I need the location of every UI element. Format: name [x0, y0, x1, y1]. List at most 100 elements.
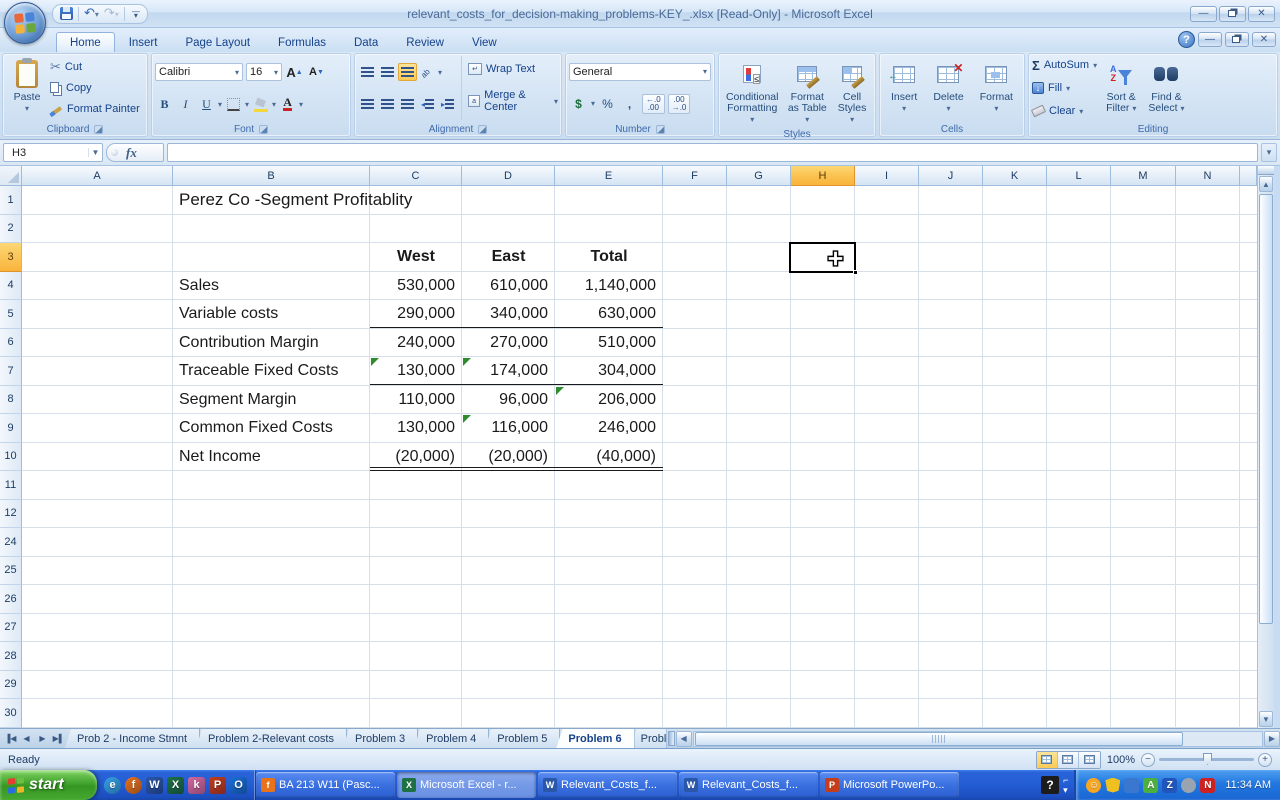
grid[interactable]: 12345678910111224252627282930Perez Co -S…	[0, 186, 1257, 728]
row-header-26[interactable]: 26	[0, 585, 22, 614]
cell-B6[interactable]: Contribution Margin	[179, 329, 319, 358]
column-header-J[interactable]: J	[919, 166, 983, 186]
zoom-out-icon[interactable]: −	[1141, 753, 1155, 767]
insert-cells-button[interactable]: ← Insert▾	[888, 56, 920, 120]
vertical-scrollbar[interactable]: ▲ ▼	[1257, 166, 1274, 728]
cell-D7[interactable]: 174,000	[462, 357, 555, 386]
sheet-tab-problem-4[interactable]: Problem 4	[414, 729, 489, 748]
row-header-25[interactable]: 25	[0, 557, 22, 586]
volume-icon[interactable]	[1181, 778, 1196, 793]
cell-B8[interactable]: Segment Margin	[179, 386, 296, 415]
taskbar-button-excel[interactable]: XMicrosoft Excel - r...	[397, 772, 536, 798]
row-header-28[interactable]: 28	[0, 642, 22, 671]
cell-E6[interactable]: 510,000	[555, 329, 663, 358]
row-header-9[interactable]: 9	[0, 414, 22, 443]
tab-review[interactable]: Review	[392, 32, 458, 52]
chevron-down-icon[interactable]: ▼	[88, 148, 102, 157]
firefox-icon[interactable]: f	[125, 777, 142, 794]
dialog-launcher-icon[interactable]	[259, 125, 268, 134]
zoom-level[interactable]: 100%	[1107, 754, 1135, 766]
tab-view[interactable]: View	[458, 32, 511, 52]
orientation-button[interactable]	[418, 63, 437, 81]
name-box[interactable]: H3 ▼	[3, 143, 103, 162]
powerpoint-icon[interactable]: P	[209, 777, 226, 794]
align-right-button[interactable]	[398, 95, 417, 113]
next-sheet-icon[interactable]: ▶	[35, 734, 50, 743]
letter-z-icon[interactable]: Z	[1162, 778, 1177, 793]
column-header-B[interactable]: B	[173, 166, 370, 186]
column-header-G[interactable]: G	[727, 166, 791, 186]
row-header-27[interactable]: 27	[0, 614, 22, 643]
cell-E3[interactable]: Total	[555, 243, 663, 272]
taskbar-button-firefox[interactable]: fBA 213 W11 (Pasc...	[256, 772, 395, 798]
row-header-10[interactable]: 10	[0, 443, 22, 472]
cell-C8[interactable]: 110,000	[370, 386, 462, 415]
font-family-select[interactable]: Calibri▾	[155, 63, 243, 81]
page-layout-view-button[interactable]	[1058, 752, 1079, 768]
cell-B10[interactable]: Net Income	[179, 443, 261, 472]
number-format-select[interactable]: General▾	[569, 63, 711, 81]
vertical-scroll-thumb[interactable]	[1259, 194, 1273, 624]
chevron-down-icon[interactable]: ▾	[299, 100, 303, 109]
workbook-restore-button[interactable]	[1225, 32, 1249, 47]
restore-button[interactable]	[1219, 6, 1246, 22]
minimize-button[interactable]: —	[1190, 6, 1217, 22]
redo-icon[interactable]: ↷▾	[104, 6, 119, 21]
chevron-icon[interactable]: ⌐▾	[1063, 775, 1068, 796]
last-sheet-icon[interactable]: ▶▌	[51, 734, 66, 743]
taskbar-button-word[interactable]: WRelevant_Costs_f...	[538, 772, 677, 798]
bottom-align-button[interactable]	[398, 63, 417, 81]
word-icon[interactable]: W	[146, 777, 163, 794]
column-header-H[interactable]: H	[791, 166, 855, 186]
percent-style-button[interactable]: %	[598, 95, 617, 113]
find-select-button[interactable]: Find &Select ▾	[1145, 56, 1187, 120]
network-icon[interactable]	[1124, 778, 1139, 793]
row-header-3[interactable]: 3	[0, 243, 22, 272]
cell-B4[interactable]: Sales	[179, 272, 219, 301]
comma-style-button[interactable]: ,	[620, 95, 639, 113]
tab-page-layout[interactable]: Page Layout	[171, 32, 264, 52]
expand-formula-bar-icon[interactable]: ▾	[1261, 143, 1277, 162]
column-header-C[interactable]: C	[370, 166, 462, 186]
cell-D9[interactable]: 116,000	[462, 414, 555, 443]
shield-icon[interactable]	[1105, 778, 1120, 793]
row-header-24[interactable]: 24	[0, 528, 22, 557]
row-header-6[interactable]: 6	[0, 329, 22, 358]
fill-button[interactable]: ↓Fill▾	[1032, 80, 1097, 96]
question-mark-icon[interactable]: ?	[1041, 776, 1059, 794]
scroll-right-icon[interactable]: ▶	[1264, 731, 1280, 747]
delete-cells-button[interactable]: ✕ Delete▾	[930, 56, 966, 120]
column-header-N[interactable]: N	[1176, 166, 1240, 186]
cell-styles-button[interactable]: CellStyles ▾	[832, 56, 872, 127]
conditional-formatting-button[interactable]: ConditionalFormatting ▾	[722, 56, 782, 127]
sheet-tab-problem-3[interactable]: Problem 3	[343, 729, 418, 748]
tab-split-handle[interactable]	[668, 731, 675, 746]
cell-C9[interactable]: 130,000	[370, 414, 462, 443]
zoom-slider-thumb[interactable]	[1203, 753, 1212, 765]
chevron-down-icon[interactable]: ▾	[218, 100, 222, 109]
dialog-launcher-icon[interactable]	[94, 125, 103, 134]
scroll-up-icon[interactable]: ▲	[1259, 176, 1273, 192]
cell-C4[interactable]: 530,000	[370, 272, 462, 301]
row-header-4[interactable]: 4	[0, 272, 22, 301]
cell-B9[interactable]: Common Fixed Costs	[179, 414, 333, 443]
tab-insert[interactable]: Insert	[115, 32, 172, 52]
cell-B5[interactable]: Variable costs	[179, 300, 278, 329]
formula-input[interactable]	[167, 143, 1258, 162]
clear-button[interactable]: Clear▾	[1032, 103, 1097, 119]
cell-C7[interactable]: 130,000	[370, 357, 462, 386]
fill-handle[interactable]	[853, 270, 858, 275]
cell-E8[interactable]: 206,000	[555, 386, 663, 415]
cell-E5[interactable]: 630,000	[555, 300, 663, 329]
chevron-down-icon[interactable]: ▾	[245, 100, 249, 109]
workbook-close-button[interactable]: ✕	[1252, 32, 1276, 47]
scroll-down-icon[interactable]: ▼	[1259, 711, 1273, 727]
top-align-button[interactable]	[358, 63, 377, 81]
scroll-left-icon[interactable]: ◀	[676, 731, 692, 747]
increase-indent-button[interactable]: ▸	[438, 95, 457, 113]
cell-C5[interactable]: 290,000	[370, 300, 462, 329]
cell-D4[interactable]: 610,000	[462, 272, 555, 301]
letter-n-icon[interactable]: N	[1200, 778, 1215, 793]
help-icon[interactable]: ?	[1178, 31, 1195, 48]
merge-center-button[interactable]: aMerge & Center▾	[468, 89, 558, 113]
